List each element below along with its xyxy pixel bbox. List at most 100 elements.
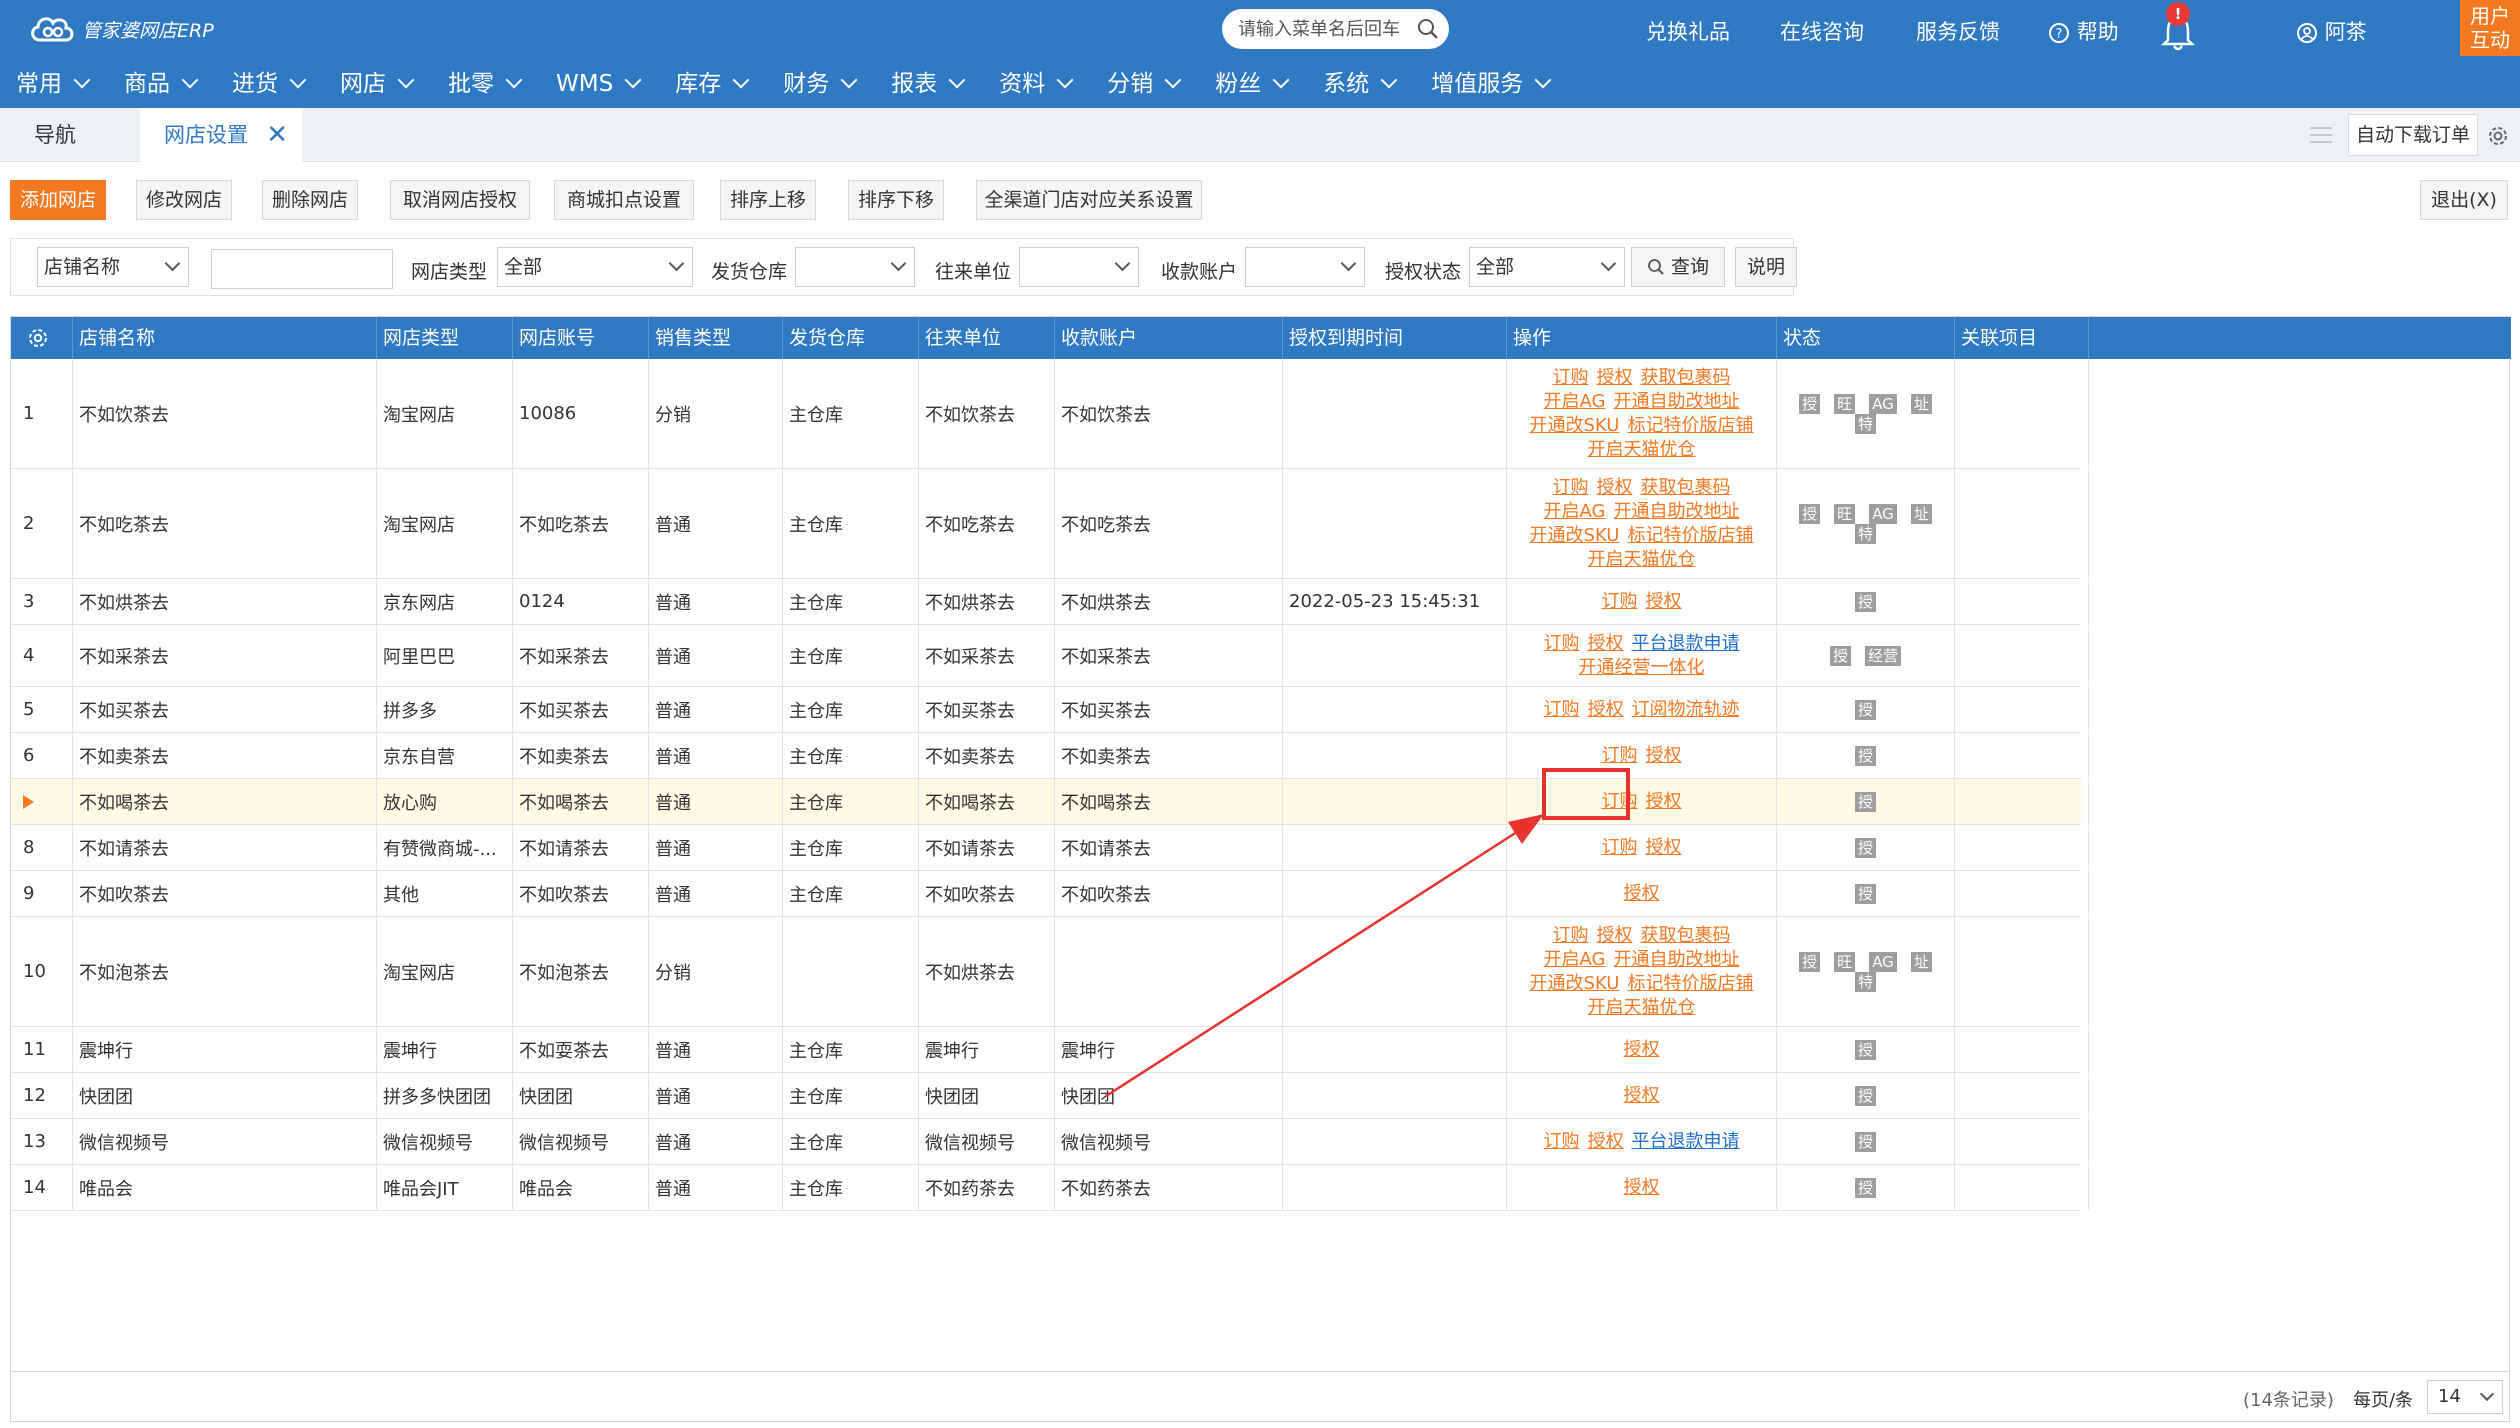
table-row[interactable]: 9 不如吹茶去 其他 不如吹茶去 普通 主仓库 不如吹茶去 不如吹茶去 授权授 — [11, 871, 2089, 917]
menu-item-8[interactable]: 报表 — [875, 60, 983, 108]
menu-item-2[interactable]: 进货 — [216, 60, 324, 108]
auth-status-select[interactable]: 全部 — [1469, 247, 1625, 287]
operation-link[interactable]: 订购 — [1553, 366, 1589, 390]
table-row[interactable]: 11 震坤行 震坤行 不如耍茶去 普通 主仓库 震坤行 震坤行 授权授 — [11, 1027, 2089, 1073]
operation-link[interactable]: 授权 — [1624, 882, 1660, 906]
omnichannel-store-mapping-button[interactable]: 全渠道门店对应关系设置 — [976, 180, 1202, 220]
auto-download-orders-button[interactable]: 自动下载订单 — [2348, 114, 2478, 156]
operation-link[interactable]: 开启天猫优仓 — [1588, 438, 1696, 462]
column-header[interactable]: 网店类型 — [377, 317, 513, 359]
operation-link[interactable]: 授权 — [1624, 1084, 1660, 1108]
operation-link[interactable]: 授权 — [1597, 924, 1633, 948]
search-icon[interactable] — [1417, 18, 1439, 40]
help-explain-button[interactable]: 说明 — [1735, 247, 1797, 287]
delete-shop-button[interactable]: 删除网店 — [262, 180, 358, 220]
commission-settings-button[interactable]: 商城扣点设置 — [554, 180, 694, 220]
column-header[interactable]: 店铺名称 — [73, 317, 377, 359]
column-header[interactable]: 发货仓库 — [783, 317, 919, 359]
column-header[interactable]: 往来单位 — [919, 317, 1055, 359]
exit-button[interactable]: 退出(X) — [2420, 180, 2508, 220]
operation-link[interactable]: 获取包裹码 — [1641, 366, 1731, 390]
per-page-select[interactable]: 14 — [2427, 1380, 2503, 1414]
operation-link[interactable]: 开启AG — [1544, 948, 1606, 972]
table-row[interactable]: 6 不如卖茶去 京东自营 不如卖茶去 普通 主仓库 不如卖茶去 不如卖茶去 订购 授权授 — [11, 733, 2089, 779]
menu-item-3[interactable]: 网店 — [324, 60, 432, 108]
operation-link[interactable]: 订购 — [1544, 1130, 1580, 1154]
menu-item-12[interactable]: 系统 — [1307, 60, 1415, 108]
operation-link[interactable]: 开启AG — [1544, 390, 1606, 414]
online-consult-link[interactable]: 在线咨询 — [1780, 16, 1864, 46]
operation-link[interactable]: 开启天猫优仓 — [1588, 548, 1696, 572]
partner-select[interactable] — [1019, 247, 1139, 287]
menu-item-4[interactable]: 批零 — [432, 60, 540, 108]
operation-link[interactable]: 开通改SKU — [1530, 414, 1620, 438]
operation-link[interactable]: 标记特价版店铺 — [1627, 524, 1753, 548]
operation-link[interactable]: 开通自助改地址 — [1613, 500, 1739, 524]
operation-link[interactable]: 订购 — [1602, 790, 1638, 814]
operation-link[interactable]: 授权 — [1588, 632, 1624, 656]
menu-item-9[interactable]: 资料 — [983, 60, 1091, 108]
menu-search-input[interactable] — [1238, 18, 1408, 40]
table-row[interactable]: 不如喝茶去 放心购 不如喝茶去 普通 主仓库 不如喝茶去 不如喝茶去 订购 授权授 — [11, 779, 2089, 825]
operation-link[interactable]: 订购 — [1544, 698, 1580, 722]
operation-link[interactable]: 开通改SKU — [1530, 524, 1620, 548]
table-row[interactable]: 8 不如请茶去 有赞微商城-... 不如请茶去 普通 主仓库 不如请茶去 不如请茶去 订购 授权授 — [11, 825, 2089, 871]
operation-link[interactable]: 授权 — [1646, 744, 1682, 768]
column-settings-gear-icon[interactable] — [25, 325, 51, 351]
operation-link[interactable]: 开启天猫优仓 — [1588, 996, 1696, 1020]
edit-shop-button[interactable]: 修改网店 — [136, 180, 232, 220]
column-header[interactable]: 操作 — [1507, 317, 1777, 359]
operation-link[interactable]: 获取包裹码 — [1641, 476, 1731, 500]
operation-link[interactable]: 订阅物流轨迹 — [1632, 698, 1740, 722]
tab-shop-settings[interactable]: 网店设置 ✕ — [140, 108, 302, 162]
menu-item-13[interactable]: 增值服务 — [1415, 60, 1569, 108]
menu-item-5[interactable]: WMS — [540, 60, 659, 108]
operation-link[interactable]: 订购 — [1553, 476, 1589, 500]
operation-link[interactable]: 授权 — [1624, 1038, 1660, 1062]
list-icon[interactable] — [2308, 124, 2334, 146]
column-header[interactable]: 授权到期时间 — [1283, 317, 1507, 359]
move-down-button[interactable]: 排序下移 — [848, 180, 944, 220]
app-logo[interactable]: 管家婆网店ERP — [26, 12, 214, 46]
account-select[interactable] — [1245, 247, 1365, 287]
operation-link[interactable]: 开通改SKU — [1530, 972, 1620, 996]
operation-link[interactable]: 授权 — [1646, 790, 1682, 814]
table-row[interactable]: 1 不如饮茶去 淘宝网店 10086 分销 主仓库 不如饮茶去 不如饮茶去 订购 授权 获取包裹码开… — [11, 359, 2089, 469]
operation-link[interactable]: 授权 — [1588, 698, 1624, 722]
help-link[interactable]: ? 帮助 — [2048, 16, 2119, 46]
operation-link[interactable]: 订购 — [1602, 744, 1638, 768]
table-row[interactable]: 13 微信视频号 微信视频号 微信视频号 普通 主仓库 微信视频号 微信视频号 订购 授权 平台退款… — [11, 1119, 2089, 1165]
operation-link[interactable]: 授权 — [1597, 476, 1633, 500]
operation-link[interactable]: 授权 — [1597, 366, 1633, 390]
menu-item-6[interactable]: 库存 — [659, 60, 767, 108]
menu-item-11[interactable]: 粉丝 — [1199, 60, 1307, 108]
column-header[interactable]: 收款账户 — [1055, 317, 1283, 359]
gift-exchange-link[interactable]: 兑换礼品 — [1646, 16, 1730, 46]
column-header[interactable]: 关联项目 — [1955, 317, 2089, 359]
feedback-link[interactable]: 服务反馈 — [1916, 16, 2000, 46]
operation-link[interactable]: 获取包裹码 — [1641, 924, 1731, 948]
operation-link[interactable]: 开通自助改地址 — [1613, 948, 1739, 972]
table-row[interactable]: 5 不如买茶去 拼多多 不如买茶去 普通 主仓库 不如买茶去 不如买茶去 订购 授权 订阅物流轨迹授 — [11, 687, 2089, 733]
column-header[interactable]: 状态 — [1777, 317, 1955, 359]
operation-link[interactable]: 标记特价版店铺 — [1627, 972, 1753, 996]
cancel-auth-button[interactable]: 取消网店授权 — [390, 180, 530, 220]
add-shop-button[interactable]: 添加网店 — [10, 180, 106, 220]
operation-link[interactable]: 开通经营一体化 — [1579, 656, 1705, 680]
search-field-select[interactable]: 店铺名称 — [37, 247, 189, 287]
tab-navigation[interactable]: 导航 — [0, 108, 110, 162]
operation-link[interactable]: 授权 — [1646, 590, 1682, 614]
table-row[interactable]: 4 不如采茶去 阿里巴巴 不如采茶去 普通 主仓库 不如采茶去 不如采茶去 订购 授权 平台退款申请… — [11, 625, 2089, 687]
column-header[interactable]: 销售类型 — [649, 317, 783, 359]
operation-link[interactable]: 标记特价版店铺 — [1627, 414, 1753, 438]
warehouse-select[interactable] — [795, 247, 915, 287]
operation-link[interactable]: 开启AG — [1544, 500, 1606, 524]
menu-item-0[interactable]: 常用 — [0, 60, 108, 108]
table-row[interactable]: 2 不如吃茶去 淘宝网店 不如吃茶去 普通 主仓库 不如吃茶去 不如吃茶去 订购 授权 获取包裹码开… — [11, 469, 2089, 579]
menu-item-10[interactable]: 分销 — [1091, 60, 1199, 108]
menu-search[interactable] — [1222, 9, 1449, 49]
query-button[interactable]: 查询 — [1631, 247, 1725, 287]
close-icon[interactable]: ✕ — [266, 108, 288, 162]
shop-type-select[interactable]: 全部 — [497, 247, 693, 287]
operation-link[interactable]: 平台退款申请 — [1632, 632, 1740, 656]
